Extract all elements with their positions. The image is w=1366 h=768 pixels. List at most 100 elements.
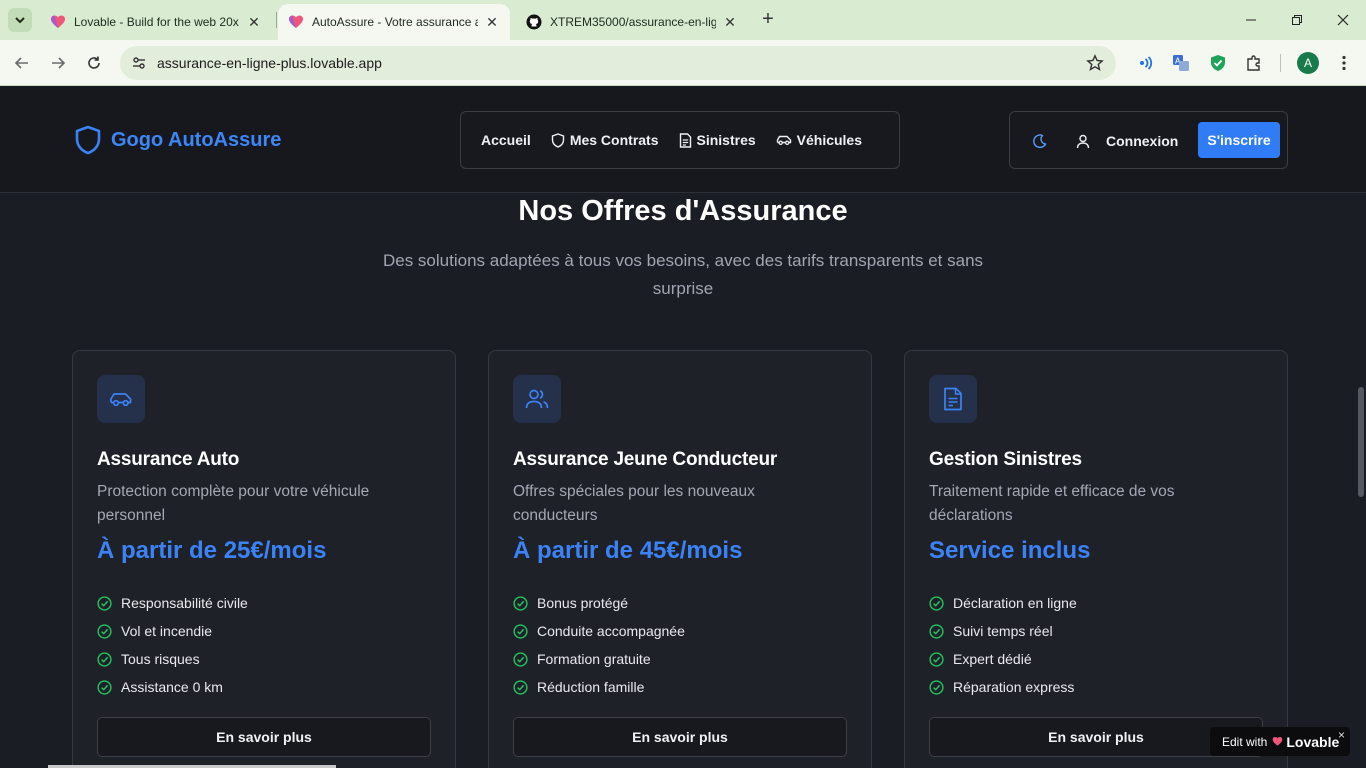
theme-toggle-button[interactable]	[1026, 128, 1052, 154]
extension-translate-icon[interactable]: A	[1170, 52, 1192, 74]
tab-search-button[interactable]	[8, 8, 32, 32]
minimize-icon	[1246, 19, 1256, 21]
feature-label: Formation gratuite	[537, 651, 651, 667]
shield-icon	[75, 125, 101, 155]
feature-label: Expert dédié	[953, 651, 1032, 667]
extension-shield-icon[interactable]	[1207, 52, 1229, 74]
new-tab-button[interactable]: +	[758, 9, 778, 30]
card-price: À partir de 25€/mois	[97, 537, 327, 564]
profile-avatar[interactable]: A	[1297, 52, 1319, 74]
nav-accueil[interactable]: Accueil	[471, 123, 541, 157]
check-circle-icon	[513, 651, 528, 667]
url-text: assurance-en-ligne-plus.lovable.app	[157, 55, 382, 71]
feature-label: Réparation express	[953, 679, 1075, 695]
close-tab-icon[interactable]: ✕	[722, 14, 738, 30]
signup-button[interactable]: S'inscrire	[1198, 122, 1280, 158]
feature-label: Conduite accompagnée	[537, 623, 685, 639]
site-name: Gogo AutoAssure	[111, 128, 282, 151]
card-icon-box	[513, 375, 561, 423]
feature-list: Bonus protégé Conduite accompagnée Forma…	[513, 589, 685, 701]
account-navigation: Connexion S'inscrire	[1009, 111, 1288, 169]
tab-separator	[276, 12, 277, 28]
address-bar[interactable]: assurance-en-ligne-plus.lovable.app	[120, 46, 1116, 80]
tab-title: XTREM35000/assurance-en-ligne	[550, 15, 716, 29]
close-tab-icon[interactable]: ✕	[246, 14, 262, 30]
nav-label: Sinistres	[696, 132, 756, 148]
feature-item: Responsabilité civile	[97, 589, 248, 617]
shield-check-icon	[1211, 55, 1225, 71]
close-icon	[1337, 14, 1349, 26]
toolbar-divider	[1280, 54, 1281, 72]
card-title: Assurance Auto	[97, 449, 240, 470]
back-button[interactable]	[10, 51, 34, 75]
tab-autoassure[interactable]: AutoAssure - Votre assurance auto en lig…	[278, 4, 510, 40]
site-header: Gogo AutoAssure Accueil Mes Contrats Sin…	[0, 87, 1366, 193]
document-icon	[679, 132, 691, 148]
tab-lovable[interactable]: Lovable - Build for the web 20x faster ✕	[40, 4, 272, 40]
offer-card-claims: Gestion Sinistres Traitement rapide et e…	[904, 350, 1288, 768]
nav-sinistres[interactable]: Sinistres	[669, 123, 766, 157]
check-circle-icon	[929, 623, 944, 639]
puzzle-icon	[1247, 55, 1260, 71]
badge-close-icon[interactable]: ×	[1338, 728, 1345, 742]
web-page: Gogo AutoAssure Accueil Mes Contrats Sin…	[0, 87, 1366, 768]
learn-more-button[interactable]: En savoir plus	[513, 717, 847, 757]
feature-list: Déclaration en ligne Suivi temps réel Ex…	[929, 589, 1077, 701]
restore-icon	[1292, 15, 1302, 25]
chevron-down-icon	[15, 17, 25, 24]
main-navigation: Accueil Mes Contrats Sinistres Véhicules	[460, 111, 900, 169]
login-button[interactable]: Connexion	[1076, 128, 1178, 154]
broadcast-icon	[1140, 56, 1153, 70]
close-window-button[interactable]	[1320, 0, 1366, 40]
feature-list: Responsabilité civile Vol et incendie To…	[97, 589, 248, 701]
feature-item: Tous risques	[97, 645, 248, 673]
restore-button[interactable]	[1274, 0, 1320, 40]
site-settings-icon[interactable]	[131, 55, 147, 71]
reload-button[interactable]	[82, 51, 106, 75]
site-logo[interactable]: Gogo AutoAssure	[75, 125, 281, 155]
feature-item: Expert dédié	[929, 645, 1077, 673]
feature-item: Réduction famille	[513, 673, 685, 701]
file-icon	[944, 387, 962, 411]
card-title: Assurance Jeune Conducteur	[513, 449, 778, 470]
lovable-heart-icon	[1273, 737, 1283, 746]
feature-item: Déclaration en ligne	[929, 589, 1077, 617]
feature-item: Réparation express	[929, 673, 1077, 701]
extension-broadcast-icon[interactable]	[1134, 52, 1156, 74]
reload-icon	[88, 56, 100, 69]
check-circle-icon	[97, 595, 112, 611]
feature-item: Bonus protégé	[513, 589, 685, 617]
moon-icon	[1032, 133, 1046, 148]
card-price: À partir de 45€/mois	[513, 537, 743, 564]
star-icon[interactable]	[1086, 54, 1104, 72]
close-tab-icon[interactable]: ✕	[484, 14, 500, 30]
tab-title: Lovable - Build for the web 20x faster	[74, 15, 240, 29]
translate-icon: A	[1173, 55, 1189, 71]
tab-github[interactable]: XTREM35000/assurance-en-ligne ✕	[516, 4, 748, 40]
learn-more-button[interactable]: En savoir plus	[97, 717, 431, 757]
feature-item: Formation gratuite	[513, 645, 685, 673]
arrow-right-icon	[52, 57, 66, 69]
nav-mes-contrats[interactable]: Mes Contrats	[541, 123, 669, 157]
browser-menu-button[interactable]	[1333, 52, 1355, 74]
check-circle-icon	[513, 595, 528, 611]
user-icon	[1076, 134, 1090, 148]
card-price: Service inclus	[929, 537, 1091, 564]
minimize-button[interactable]	[1228, 0, 1274, 40]
check-circle-icon	[929, 595, 944, 611]
forward-button[interactable]	[46, 51, 70, 75]
lovable-heart-icon	[51, 15, 65, 28]
extensions-button[interactable]	[1243, 52, 1265, 74]
check-circle-icon	[513, 679, 528, 695]
nav-vehicules[interactable]: Véhicules	[766, 123, 872, 157]
users-icon	[525, 389, 549, 409]
offer-card-auto: Assurance Auto Protection complète pour …	[72, 350, 456, 768]
github-icon	[526, 14, 542, 30]
page-scrollbar[interactable]	[1358, 387, 1364, 497]
tab-title: AutoAssure - Votre assurance auto en lig…	[312, 15, 478, 29]
edit-with-lovable-badge[interactable]: Edit with Lovable ×	[1210, 727, 1350, 756]
check-circle-icon	[97, 623, 112, 639]
car-icon	[776, 135, 791, 146]
login-label: Connexion	[1106, 133, 1179, 149]
nav-label: Véhicules	[796, 132, 863, 148]
